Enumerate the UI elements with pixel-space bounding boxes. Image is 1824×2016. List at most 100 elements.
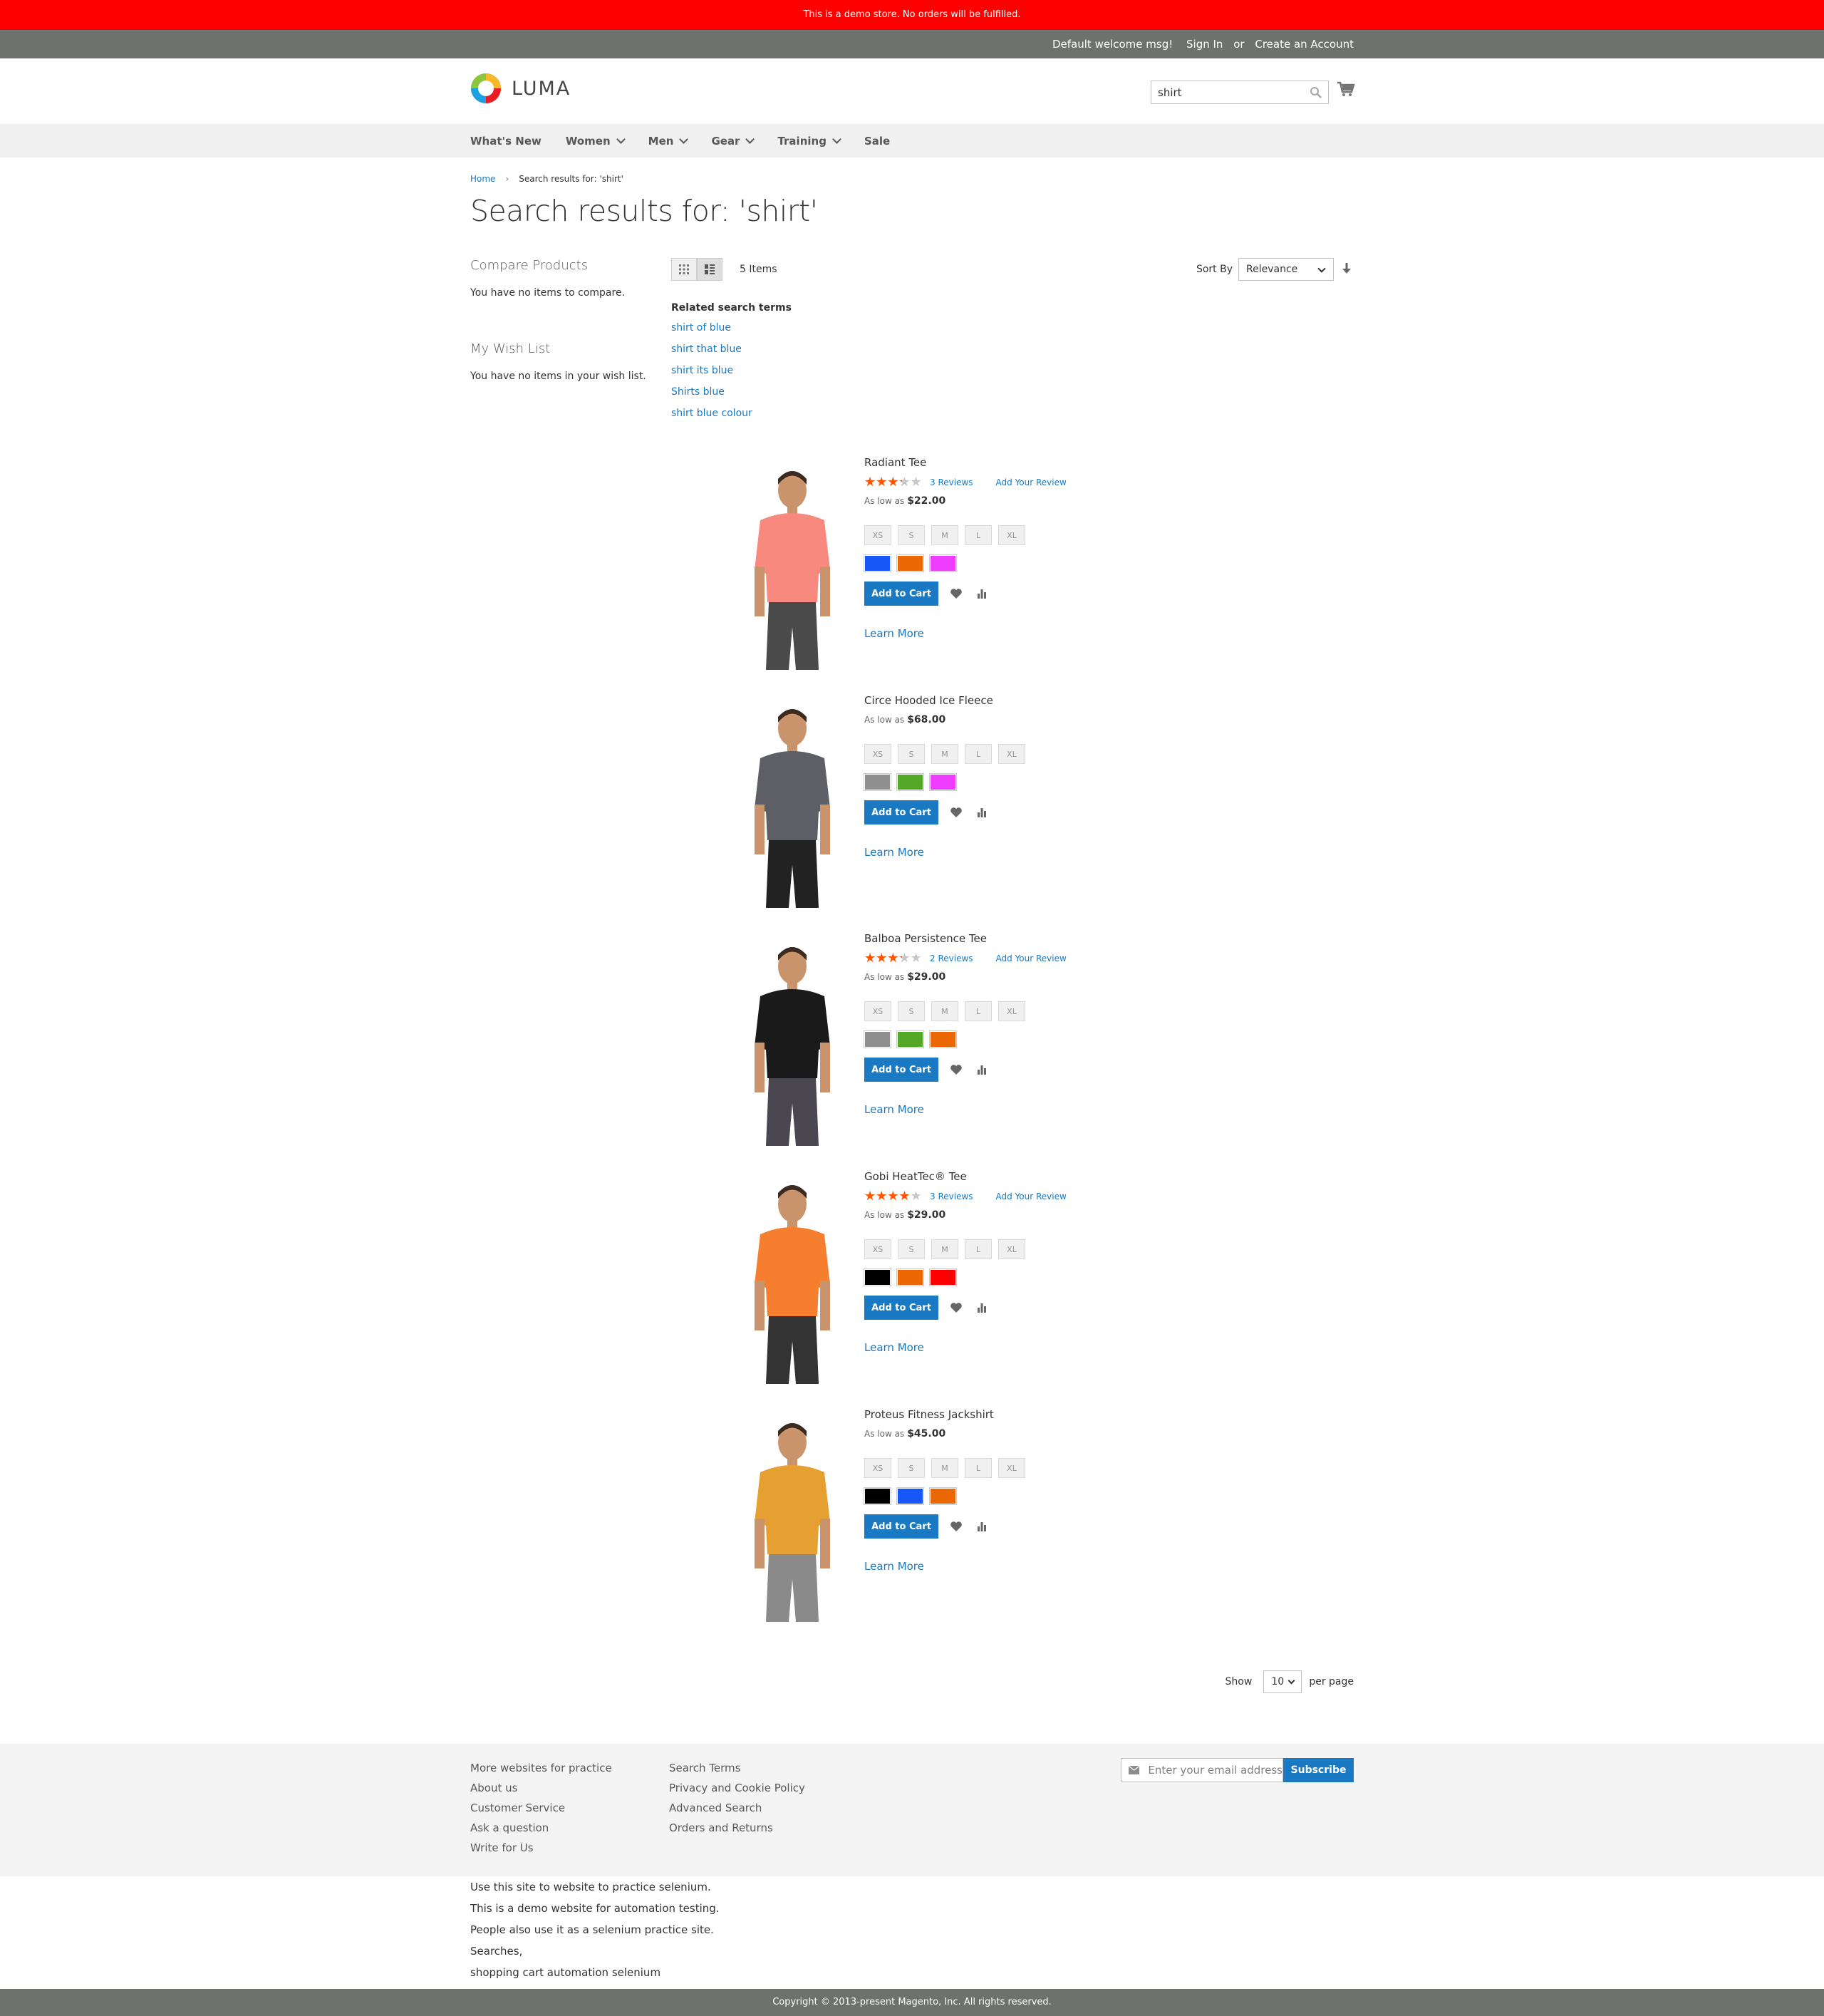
size-option[interactable]: XS xyxy=(864,744,891,764)
reviews-link[interactable]: 3 Reviews xyxy=(930,477,973,487)
size-option[interactable]: L xyxy=(965,1458,992,1478)
learn-more-link[interactable]: Learn More xyxy=(864,627,1221,640)
product-image[interactable] xyxy=(707,1415,878,1622)
size-option[interactable]: XS xyxy=(864,1458,891,1478)
size-option[interactable]: M xyxy=(931,525,958,545)
add-to-compare-bars-icon[interactable] xyxy=(974,805,990,820)
size-option[interactable]: L xyxy=(965,744,992,764)
reviews-link[interactable]: 2 Reviews xyxy=(930,953,973,963)
sort-by-select[interactable]: Relevance xyxy=(1238,258,1334,281)
color-swatch[interactable] xyxy=(864,554,891,572)
size-option[interactable]: M xyxy=(931,744,958,764)
add-to-compare-bars-icon[interactable] xyxy=(974,1519,990,1534)
product-image[interactable] xyxy=(707,463,878,670)
size-option[interactable]: L xyxy=(965,525,992,545)
add-to-compare-bars-icon[interactable] xyxy=(974,1300,990,1315)
color-swatch[interactable] xyxy=(929,1487,957,1505)
create-account-link[interactable]: Create an Account xyxy=(1255,30,1354,58)
nav-item-gear[interactable]: Gear xyxy=(711,135,755,148)
add-to-cart-button[interactable]: Add to Cart xyxy=(864,800,938,825)
size-option[interactable]: S xyxy=(898,1239,925,1259)
learn-more-link[interactable]: Learn More xyxy=(864,1560,1221,1573)
sort-direction-arrow-icon[interactable] xyxy=(1340,261,1354,278)
reviews-link[interactable]: 3 Reviews xyxy=(930,1191,973,1201)
size-option[interactable]: XS xyxy=(864,1001,891,1021)
add-review-link[interactable]: Add Your Review xyxy=(996,1191,1067,1201)
product-name-link[interactable]: Circe Hooded Ice Fleece xyxy=(864,694,1221,708)
product-image[interactable] xyxy=(707,701,878,908)
footer-link[interactable]: About us xyxy=(470,1778,612,1798)
size-option[interactable]: L xyxy=(965,1239,992,1259)
color-swatch[interactable] xyxy=(864,1487,891,1505)
footer-link[interactable]: More websites for practice xyxy=(470,1758,612,1778)
product-image[interactable] xyxy=(707,939,878,1146)
footer-link[interactable]: Privacy and Cookie Policy xyxy=(669,1778,805,1798)
size-option[interactable]: S xyxy=(898,744,925,764)
related-term-link[interactable]: shirt that blue xyxy=(671,343,742,355)
add-to-compare-bars-icon[interactable] xyxy=(974,1062,990,1077)
learn-more-link[interactable]: Learn More xyxy=(864,1341,1221,1354)
color-swatch[interactable] xyxy=(864,1030,891,1048)
color-swatch[interactable] xyxy=(929,773,957,791)
sign-in-link[interactable]: Sign In xyxy=(1186,30,1223,58)
learn-more-link[interactable]: Learn More xyxy=(864,1103,1221,1116)
product-name-link[interactable]: Proteus Fitness Jackshirt xyxy=(864,1408,1221,1422)
add-to-compare-bars-icon[interactable] xyxy=(974,586,990,601)
color-swatch[interactable] xyxy=(896,1030,924,1048)
add-to-cart-button[interactable]: Add to Cart xyxy=(864,581,938,606)
color-swatch[interactable] xyxy=(896,1487,924,1505)
footer-link[interactable]: Ask a question xyxy=(470,1818,612,1838)
size-option[interactable]: L xyxy=(965,1001,992,1021)
list-mode-button[interactable] xyxy=(697,258,722,281)
breadcrumb-home[interactable]: Home xyxy=(470,174,495,184)
subscribe-button[interactable]: Subscribe xyxy=(1283,1758,1354,1782)
add-review-link[interactable]: Add Your Review xyxy=(996,953,1067,963)
nav-item-training[interactable]: Training xyxy=(777,135,841,148)
add-to-wishlist-heart-icon[interactable] xyxy=(948,805,964,820)
product-image[interactable] xyxy=(707,1177,878,1384)
footer-link[interactable]: Write for Us xyxy=(470,1838,612,1858)
color-swatch[interactable] xyxy=(864,773,891,791)
size-option[interactable]: S xyxy=(898,1458,925,1478)
add-to-cart-button[interactable]: Add to Cart xyxy=(864,1514,938,1539)
cart-icon[interactable] xyxy=(1337,80,1355,98)
size-option[interactable]: XS xyxy=(864,525,891,545)
add-to-wishlist-heart-icon[interactable] xyxy=(948,1062,964,1077)
related-term-link[interactable]: shirt its blue xyxy=(671,365,733,376)
nav-item-sale[interactable]: Sale xyxy=(864,135,890,148)
size-option[interactable]: XL xyxy=(998,525,1025,545)
add-to-cart-button[interactable]: Add to Cart xyxy=(864,1296,938,1320)
related-term-link[interactable]: shirt of blue xyxy=(671,322,731,334)
color-swatch[interactable] xyxy=(864,1268,891,1286)
size-option[interactable]: M xyxy=(931,1001,958,1021)
search-icon[interactable] xyxy=(1310,86,1322,99)
product-name-link[interactable]: Balboa Persistence Tee xyxy=(864,932,1221,946)
limiter-select[interactable]: 10 xyxy=(1263,1670,1302,1693)
color-swatch[interactable] xyxy=(929,1030,957,1048)
size-option[interactable]: XL xyxy=(998,1239,1025,1259)
learn-more-link[interactable]: Learn More xyxy=(864,846,1221,859)
footer-link[interactable]: Search Terms xyxy=(669,1758,805,1778)
add-to-wishlist-heart-icon[interactable] xyxy=(948,1300,964,1315)
size-option[interactable]: M xyxy=(931,1458,958,1478)
size-option[interactable]: XL xyxy=(998,1458,1025,1478)
size-option[interactable]: M xyxy=(931,1239,958,1259)
footer-link[interactable]: Orders and Returns xyxy=(669,1818,805,1838)
nav-item-whats-new[interactable]: What's New xyxy=(470,135,542,148)
add-to-cart-button[interactable]: Add to Cart xyxy=(864,1058,938,1082)
size-option[interactable]: S xyxy=(898,1001,925,1021)
footer-link[interactable]: Advanced Search xyxy=(669,1798,805,1818)
product-name-link[interactable]: Gobi HeatTec® Tee xyxy=(864,1170,1221,1184)
footer-link[interactable]: Customer Service xyxy=(470,1798,612,1818)
size-option[interactable]: S xyxy=(898,525,925,545)
nav-item-men[interactable]: Men xyxy=(648,135,689,148)
grid-mode-button[interactable] xyxy=(671,258,697,281)
related-term-link[interactable]: shirt blue colour xyxy=(671,408,752,419)
color-swatch[interactable] xyxy=(929,554,957,572)
newsletter-email-field[interactable]: Enter your email address xyxy=(1121,1758,1283,1782)
color-swatch[interactable] xyxy=(929,1268,957,1286)
related-term-link[interactable]: Shirts blue xyxy=(671,386,725,398)
product-name-link[interactable]: Radiant Tee xyxy=(864,456,1221,470)
search-input[interactable] xyxy=(1151,81,1294,103)
size-option[interactable]: XL xyxy=(998,1001,1025,1021)
